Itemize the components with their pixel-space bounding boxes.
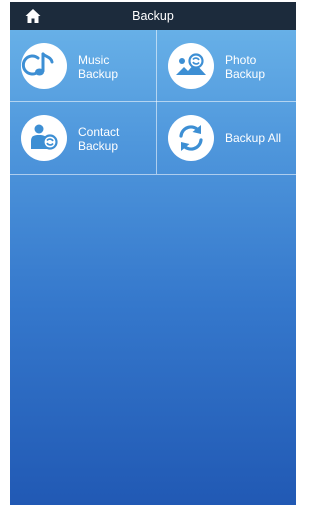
grid-horizontal-divider [10,101,296,102]
backup-all-icon-circle [168,115,214,161]
contact-backup-icon-circle [21,115,67,161]
contact-backup-label: Contact Backup [78,125,120,153]
photo-backup-icon-circle [168,43,214,89]
photo-backup-label: Photo Backup [225,53,266,81]
page-title: Backup [132,9,174,23]
photo-landscape-icon [176,53,206,75]
music-backup-label: Music Backup [78,53,119,81]
music-backup-button[interactable]: Music Backup [10,30,156,101]
contact-person-icon [31,124,58,150]
contact-backup-button[interactable]: Contact Backup [10,102,156,173]
backup-screen: Backup Music Backup Photo Backup Contact… [10,2,296,505]
photo-backup-button[interactable]: Photo Backup [157,30,296,101]
backup-all-button[interactable]: Backup All [157,102,296,173]
backup-options-grid: Music Backup Photo Backup Contact Backup… [10,30,296,175]
grid-bottom-divider [10,174,296,175]
top-bar: Backup [10,2,296,30]
backup-all-label: Backup All [225,131,282,145]
music-note-icon [21,52,54,76]
music-backup-icon-circle [21,43,67,89]
grid-vertical-divider [156,30,157,174]
sync-arrows-icon [179,125,203,151]
